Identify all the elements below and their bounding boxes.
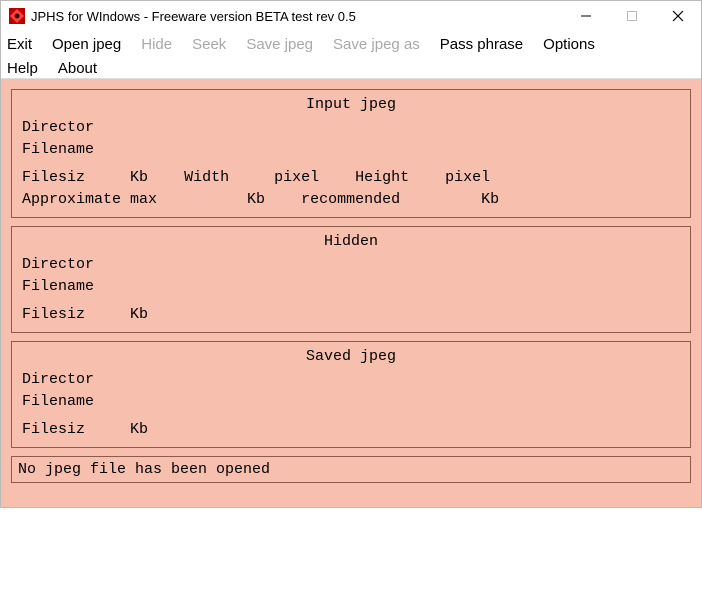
saved-kb: Kb: [130, 419, 148, 441]
input-height-label: Height: [355, 167, 409, 189]
input-filename-label: Filename: [22, 139, 94, 161]
menu-pass-phrase[interactable]: Pass phrase: [434, 33, 537, 57]
input-approx-label: Approximate max: [22, 189, 157, 211]
group-input-jpeg: Input jpeg Director Filename Filesiz Kb …: [11, 89, 691, 218]
menu-row-1: Exit Open jpeg Hide Seek Save jpeg Save …: [1, 33, 701, 57]
menu-hide: Hide: [135, 33, 186, 57]
group-saved-caption: Saved jpeg: [22, 348, 680, 369]
saved-filename-label: Filename: [22, 391, 94, 413]
hidden-directory-label: Director: [22, 254, 94, 276]
status-text: No jpeg file has been opened: [18, 461, 270, 478]
status-box: No jpeg file has been opened: [11, 456, 691, 483]
menu-row-2: Help About: [1, 57, 701, 81]
menubar: Exit Open jpeg Hide Seek Save jpeg Save …: [1, 31, 701, 79]
titlebar: JPHS for WIndows - Freeware version BETA…: [1, 1, 701, 31]
hidden-kb: Kb: [130, 304, 148, 326]
menu-exit[interactable]: Exit: [1, 33, 46, 57]
hidden-filesize-label: Filesiz: [22, 304, 85, 326]
client-area: Input jpeg Director Filename Filesiz Kb …: [1, 79, 701, 507]
window-controls: [563, 1, 701, 31]
group-hidden-caption: Hidden: [22, 233, 680, 254]
menu-seek: Seek: [186, 33, 240, 57]
menu-about[interactable]: About: [52, 57, 111, 81]
menu-help[interactable]: Help: [1, 57, 52, 81]
input-kb3: Kb: [481, 189, 499, 211]
window-title: JPHS for WIndows - Freeware version BETA…: [31, 9, 563, 24]
menu-save-jpeg-as: Save jpeg as: [327, 33, 434, 57]
close-button[interactable]: [655, 1, 701, 31]
input-directory-label: Director: [22, 117, 94, 139]
input-pixel1: pixel: [274, 167, 319, 189]
input-kb2: Kb: [247, 189, 265, 211]
hidden-filename-label: Filename: [22, 276, 94, 298]
app-window: JPHS for WIndows - Freeware version BETA…: [0, 0, 702, 508]
input-filesize-label: Filesiz: [22, 167, 85, 189]
saved-filesize-label: Filesiz: [22, 419, 85, 441]
app-icon: [9, 8, 25, 24]
maximize-button: [609, 1, 655, 31]
menu-options[interactable]: Options: [537, 33, 609, 57]
input-pixel2: pixel: [445, 167, 490, 189]
group-hidden: Hidden Director Filename Filesiz Kb: [11, 226, 691, 333]
menu-save-jpeg: Save jpeg: [240, 33, 327, 57]
group-saved-jpeg: Saved jpeg Director Filename Filesiz Kb: [11, 341, 691, 448]
group-input-caption: Input jpeg: [22, 96, 680, 117]
saved-directory-label: Director: [22, 369, 94, 391]
input-width-label: Width: [184, 167, 229, 189]
menu-open-jpeg[interactable]: Open jpeg: [46, 33, 135, 57]
input-recommended-label: recommended: [301, 189, 400, 211]
minimize-button[interactable]: [563, 1, 609, 31]
input-kb1: Kb: [130, 167, 148, 189]
